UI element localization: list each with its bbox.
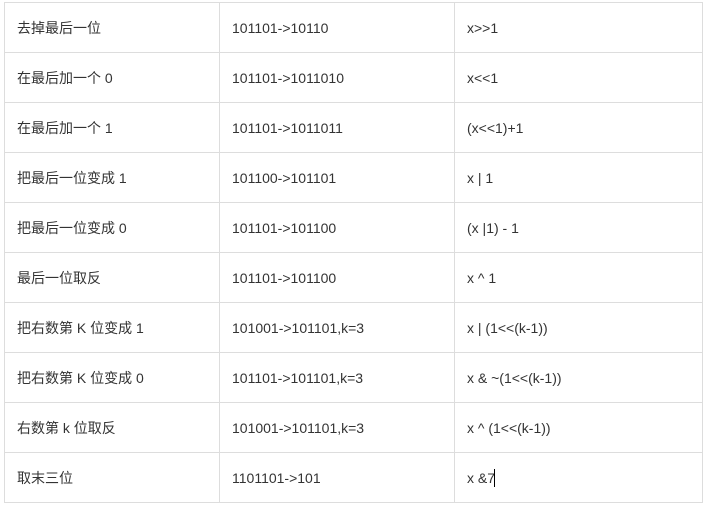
op-expression: x>>1 bbox=[455, 3, 703, 53]
op-expression: x ^ (1<<(k-1)) bbox=[455, 403, 703, 453]
op-expression: x ^ 1 bbox=[455, 253, 703, 303]
table-row: 在最后加一个 1101101->1011011(x<<1)+1 bbox=[5, 103, 703, 153]
op-expression: x &7 bbox=[455, 453, 703, 503]
op-example: 101101->101101,k=3 bbox=[220, 353, 455, 403]
op-description: 把右数第 K 位变成 1 bbox=[5, 303, 220, 353]
table-row: 在最后加一个 0101101->1011010x<<1 bbox=[5, 53, 703, 103]
op-description: 去掉最后一位 bbox=[5, 3, 220, 53]
op-expression: x & ~(1<<(k-1)) bbox=[455, 353, 703, 403]
op-example: 101101->1011011 bbox=[220, 103, 455, 153]
op-description: 取末三位 bbox=[5, 453, 220, 503]
text-cursor bbox=[494, 469, 495, 487]
op-expression: x | 1 bbox=[455, 153, 703, 203]
bit-ops-table: 去掉最后一位101101->10110x>>1在最后加一个 0101101->1… bbox=[4, 2, 703, 503]
table-row: 把最后一位变成 0101101->101100(x |1) - 1 bbox=[5, 203, 703, 253]
table-row: 最后一位取反101101->101100x ^ 1 bbox=[5, 253, 703, 303]
op-example: 101001->101101,k=3 bbox=[220, 403, 455, 453]
table-row: 把右数第 K 位变成 1101001->101101,k=3x | (1<<(k… bbox=[5, 303, 703, 353]
op-expression: x<<1 bbox=[455, 53, 703, 103]
op-example: 1101101->101 bbox=[220, 453, 455, 503]
op-expression: (x<<1)+1 bbox=[455, 103, 703, 153]
table-row: 把最后一位变成 1101100->101101x | 1 bbox=[5, 153, 703, 203]
op-description: 把最后一位变成 1 bbox=[5, 153, 220, 203]
op-description: 把右数第 K 位变成 0 bbox=[5, 353, 220, 403]
op-description: 在最后加一个 1 bbox=[5, 103, 220, 153]
op-description: 在最后加一个 0 bbox=[5, 53, 220, 103]
table-row: 右数第 k 位取反101001->101101,k=3x ^ (1<<(k-1)… bbox=[5, 403, 703, 453]
op-example: 101001->101101,k=3 bbox=[220, 303, 455, 353]
op-example: 101101->10110 bbox=[220, 3, 455, 53]
table-row: 把右数第 K 位变成 0101101->101101,k=3x & ~(1<<(… bbox=[5, 353, 703, 403]
op-example: 101101->101100 bbox=[220, 203, 455, 253]
table-row: 取末三位1101101->101x &7 bbox=[5, 453, 703, 503]
op-description: 最后一位取反 bbox=[5, 253, 220, 303]
op-expression: x | (1<<(k-1)) bbox=[455, 303, 703, 353]
op-example: 101100->101101 bbox=[220, 153, 455, 203]
op-example: 101101->101100 bbox=[220, 253, 455, 303]
table-row: 去掉最后一位101101->10110x>>1 bbox=[5, 3, 703, 53]
op-expression: (x |1) - 1 bbox=[455, 203, 703, 253]
op-description: 把最后一位变成 0 bbox=[5, 203, 220, 253]
op-example: 101101->1011010 bbox=[220, 53, 455, 103]
op-description: 右数第 k 位取反 bbox=[5, 403, 220, 453]
